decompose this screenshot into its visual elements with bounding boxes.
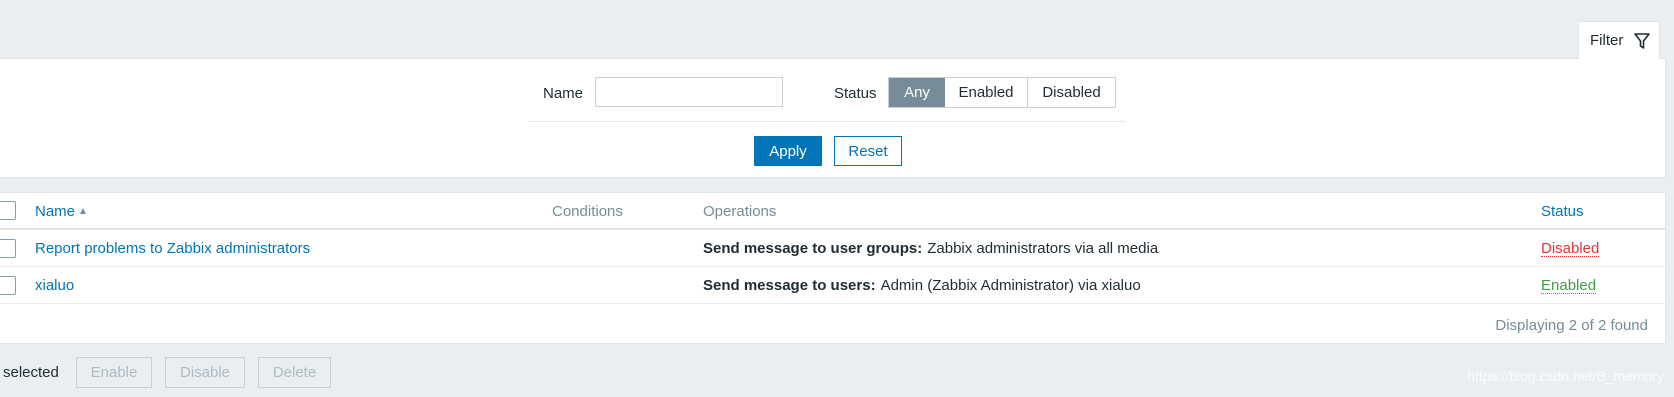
watermark: https://blog.csdn.net/B_memory [1467, 368, 1664, 384]
filter-name-label: Name [543, 85, 584, 102]
table-row: Report problems to Zabbix administrators… [0, 230, 1666, 267]
table-row: xialuo Send message to users: Admin (Zab… [0, 267, 1666, 304]
column-header-conditions: Conditions [552, 203, 623, 220]
table-header-row: Name ▲ Conditions Operations Status [0, 193, 1666, 230]
mass-disable-button[interactable]: Disable [165, 357, 245, 388]
actions-table: Name ▲ Conditions Operations Status Repo… [0, 192, 1666, 344]
sort-ascending-icon: ▲ [78, 206, 88, 217]
selected-count-label: selected [3, 364, 59, 381]
filter-divider [529, 121, 1126, 122]
status-option-disabled[interactable]: Disabled [1028, 78, 1115, 107]
filter-name-input[interactable] [595, 77, 783, 107]
status-cell: Disabled [1541, 230, 1600, 267]
operation-text: Admin (Zabbix Administrator) via xialuo [880, 277, 1141, 294]
select-all-checkbox[interactable] [0, 201, 16, 220]
operation-text: Zabbix administrators via all media [927, 240, 1159, 257]
apply-button[interactable]: Apply [754, 136, 822, 166]
status-option-any[interactable]: Any [889, 78, 945, 107]
row-checkbox[interactable] [0, 239, 16, 258]
action-operations: Send message to users: Admin (Zabbix Adm… [703, 267, 1141, 304]
action-operations: Send message to user groups: Zabbix admi… [703, 230, 1158, 267]
operation-label: Send message to users: [703, 277, 876, 294]
status-option-enabled[interactable]: Enabled [945, 78, 1028, 107]
column-header-name[interactable]: Name ▲ [35, 193, 88, 230]
filter-tab-label: Filter [1590, 32, 1624, 49]
action-name-link[interactable]: xialuo [35, 267, 74, 304]
status-segmented-control: Any Enabled Disabled [888, 77, 1116, 108]
mass-enable-button[interactable]: Enable [76, 357, 152, 388]
filter-panel [0, 58, 1666, 178]
status-toggle-disabled[interactable]: Disabled [1541, 241, 1600, 257]
column-header-operations: Operations [703, 203, 777, 220]
filter-status-label: Status [834, 85, 877, 102]
status-cell: Enabled [1541, 267, 1597, 304]
row-checkbox[interactable] [0, 276, 16, 295]
column-header-status[interactable]: Status [1541, 193, 1584, 230]
table-footer-count: Displaying 2 of 2 found [1495, 317, 1648, 334]
operation-label: Send message to user groups: [703, 240, 923, 257]
filter-tab[interactable]: Filter [1578, 21, 1660, 59]
filter-icon [1634, 32, 1651, 49]
status-toggle-enabled[interactable]: Enabled [1541, 278, 1597, 294]
column-header-name-label[interactable]: Name [35, 203, 75, 220]
reset-button[interactable]: Reset [834, 136, 902, 166]
mass-delete-button[interactable]: Delete [258, 357, 331, 388]
action-name-link[interactable]: Report problems to Zabbix administrators [35, 230, 310, 267]
